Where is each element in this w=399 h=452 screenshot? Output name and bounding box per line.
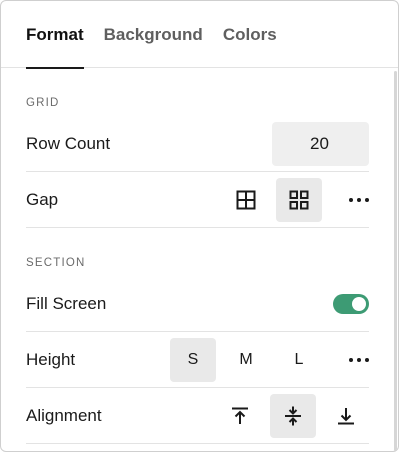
height-l-button[interactable]: L <box>276 338 322 382</box>
fill-screen-toggle[interactable] <box>333 293 369 314</box>
gap-none-button[interactable] <box>223 178 269 222</box>
more-dots-icon <box>349 197 369 202</box>
height-row: Height S M L <box>26 332 369 388</box>
grid-gap-icon <box>289 190 309 209</box>
more-dots-icon <box>349 357 369 362</box>
align-top-button[interactable] <box>217 394 263 438</box>
scrollbar[interactable] <box>394 71 397 451</box>
alignment-label: Alignment <box>26 405 102 425</box>
tab-background[interactable]: Background <box>104 1 203 68</box>
alignment-row: Alignment <box>26 388 369 444</box>
height-s-button[interactable]: S <box>170 337 216 382</box>
gap-label: Gap <box>26 189 59 209</box>
tab-colors[interactable]: Colors <box>223 1 277 68</box>
gap-more-button[interactable] <box>329 178 369 222</box>
fill-screen-row: Fill Screen <box>26 276 369 332</box>
row-count-input[interactable] <box>272 121 369 166</box>
height-label: Height <box>26 349 76 369</box>
grid-none-icon <box>236 190 256 209</box>
section-section-label: SECTION <box>26 257 86 269</box>
fill-screen-label: Fill Screen <box>26 293 107 313</box>
gap-spaced-button[interactable] <box>276 177 322 222</box>
gap-row: Gap <box>26 172 369 228</box>
align-bottom-icon <box>338 407 354 424</box>
align-center-button[interactable] <box>270 393 316 438</box>
align-center-icon <box>285 406 301 425</box>
design-panel: Format Background Colors GRID Row Count … <box>0 0 399 452</box>
grid-section-label: GRID <box>26 97 60 109</box>
align-top-icon <box>232 407 248 424</box>
tab-bar: Format Background Colors <box>1 1 398 69</box>
row-count-label: Row Count <box>26 133 111 153</box>
tab-format[interactable]: Format <box>26 1 84 69</box>
height-m-button[interactable]: M <box>223 338 269 382</box>
align-bottom-button[interactable] <box>323 394 369 438</box>
row-count-row: Row Count <box>26 116 369 172</box>
height-more-button[interactable] <box>329 338 369 382</box>
